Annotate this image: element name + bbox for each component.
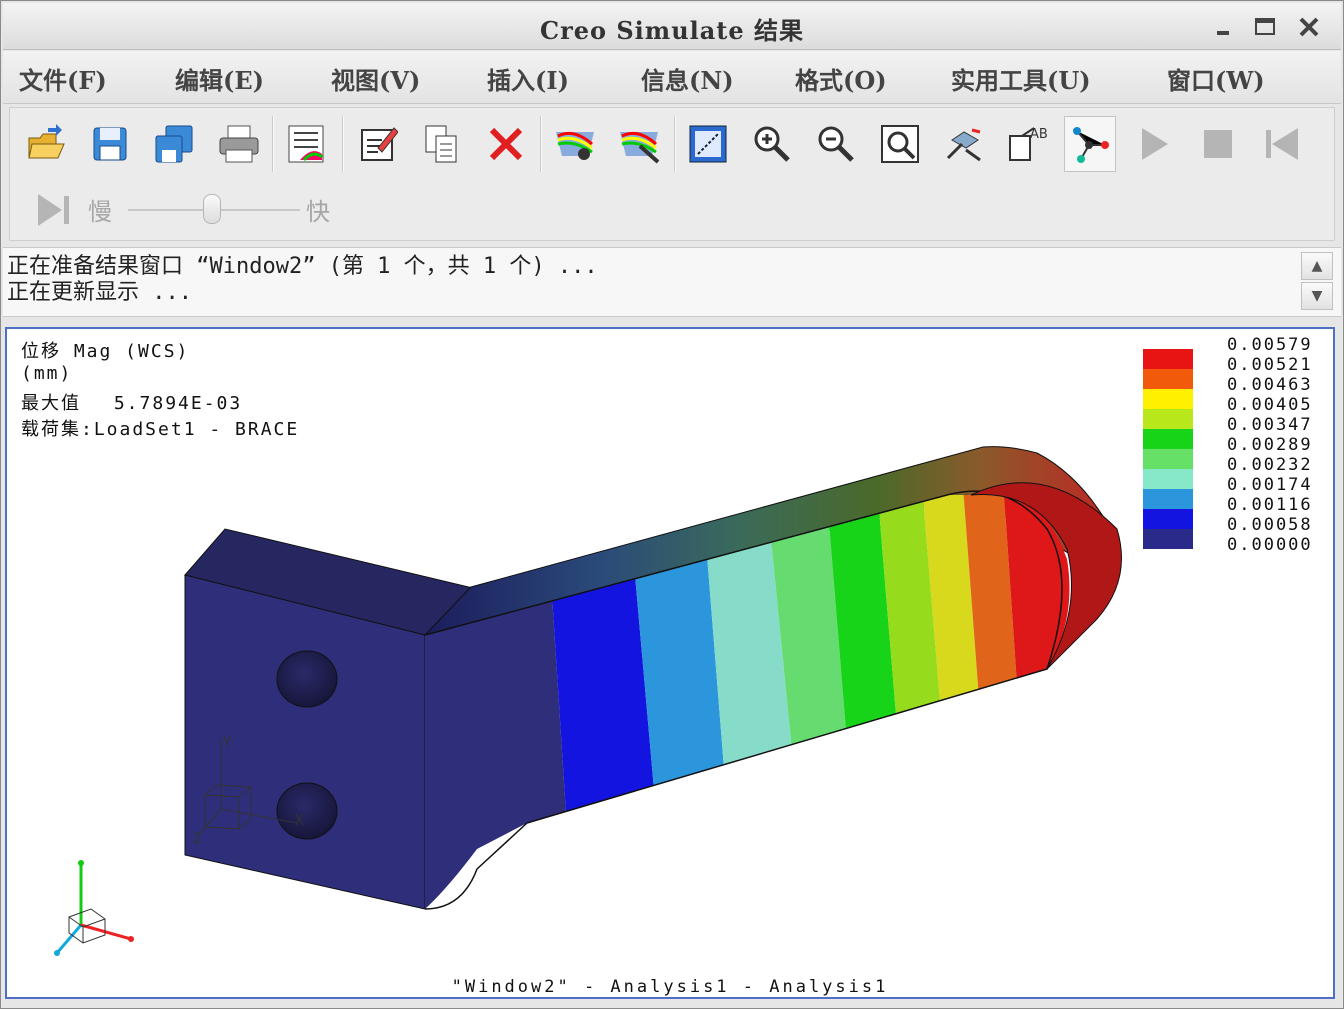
legend-swatch: [1143, 409, 1193, 429]
message-line-2: 正在更新显示 ...: [7, 280, 192, 305]
maximize-button[interactable]: [1251, 13, 1279, 41]
spin-icon: [946, 128, 981, 162]
displacement-fringe-model[interactable]: Y X Z: [7, 329, 1333, 997]
stop-button[interactable]: [1192, 116, 1244, 172]
last-frame-icon[interactable]: [32, 190, 76, 230]
toolbar: AB 慢 快: [9, 107, 1335, 241]
legend-value: 0.00232: [1227, 455, 1313, 475]
viewport-footer-label: "Window2" - Analysis1 - Analysis1: [451, 977, 889, 997]
legend-value: 0.00347: [1227, 415, 1313, 435]
save-copy-button[interactable]: [148, 116, 200, 172]
save-copy-icon: [155, 125, 193, 163]
open-icon: [28, 124, 65, 159]
zoom-in-button[interactable]: [746, 116, 798, 172]
legend-swatch: [1143, 489, 1193, 509]
copy-button[interactable]: [416, 116, 468, 172]
close-button[interactable]: [1295, 13, 1323, 41]
legend-swatch: [1143, 509, 1193, 529]
annotation-icon: AB: [1009, 127, 1048, 161]
title-bar[interactable]: Creo Simulate 结果: [3, 3, 1341, 50]
print-button[interactable]: [212, 116, 264, 172]
legend-swatch: [1143, 389, 1193, 409]
zoom-window-button[interactable]: [874, 116, 926, 172]
wcs-axis-z-label: Z: [193, 831, 201, 847]
menu-insert[interactable]: 插入(I): [487, 61, 569, 96]
legend-value: 0.00000: [1227, 535, 1313, 555]
legend-value: 0.00405: [1227, 395, 1313, 415]
first-frame-icon: [1266, 128, 1298, 160]
menu-bar: 文件(F) 编辑(E) 视图(V) 插入(I) 信息(N) 格式(O) 实用工具…: [3, 51, 1341, 104]
print-icon: [219, 125, 259, 163]
menu-window[interactable]: 窗口(W): [1167, 61, 1265, 96]
result-list-button[interactable]: [280, 116, 332, 172]
save-button[interactable]: [84, 116, 136, 172]
open-button[interactable]: [20, 116, 72, 172]
delete-icon: [489, 127, 523, 161]
legend-swatch: [1143, 429, 1193, 449]
window-title: Creo Simulate 结果: [539, 16, 805, 45]
zoom-out-button[interactable]: [810, 116, 862, 172]
zoom-window-icon: [881, 125, 919, 163]
legend-swatch: [1143, 469, 1193, 489]
menu-format[interactable]: 格式(O): [795, 61, 887, 96]
spin-button[interactable]: [938, 116, 990, 172]
legend-swatch: [1143, 369, 1193, 389]
legend-swatch: [1143, 449, 1193, 469]
legend-value: 0.00174: [1227, 475, 1313, 495]
hide-button[interactable]: [612, 116, 664, 172]
message-scroll-up-button[interactable]: ▲: [1301, 252, 1333, 280]
speed-slow-label: 慢: [88, 198, 112, 226]
zoom-out-icon: [818, 126, 854, 162]
legend-value: 0.00579: [1227, 335, 1313, 355]
edit-definition-icon: [361, 127, 398, 161]
menu-utilities[interactable]: 实用工具(U): [951, 61, 1091, 96]
save-icon: [93, 127, 127, 161]
play-button[interactable]: [1128, 116, 1180, 172]
query-node-icon: [1073, 127, 1109, 163]
orientation-triad-icon: [54, 860, 134, 956]
maximize-icon: [1255, 18, 1275, 35]
wcs-axis-y-label: Y: [223, 735, 232, 751]
delete-button[interactable]: [480, 116, 532, 172]
legend-value: 0.00463: [1227, 375, 1313, 395]
legend-swatch: [1143, 349, 1193, 369]
menu-edit[interactable]: 编辑(E): [175, 61, 264, 96]
copy-icon: [425, 125, 457, 163]
legend-value: 0.00116: [1227, 495, 1313, 515]
query-node-button[interactable]: [1064, 116, 1116, 172]
speed-slider-thumb[interactable]: [203, 194, 221, 224]
minimize-button[interactable]: [1209, 13, 1237, 41]
view-fit-icon: [689, 125, 727, 163]
message-area: 正在准备结果窗口 “Window2” (第 1 个，共 1 个) ... 正在更…: [3, 247, 1341, 317]
svg-text:AB: AB: [1030, 127, 1048, 142]
play-icon: [1142, 128, 1168, 160]
view-fit-button[interactable]: [682, 116, 734, 172]
speed-fast-label: 快: [306, 198, 330, 226]
annotation-button[interactable]: AB: [1002, 116, 1054, 172]
first-frame-button[interactable]: [1256, 116, 1308, 172]
legend-value: 0.00058: [1227, 515, 1313, 535]
hide-icon: [620, 131, 660, 164]
stop-icon: [1204, 130, 1232, 158]
menu-file[interactable]: 文件(F): [19, 61, 107, 96]
legend-value: 0.00289: [1227, 435, 1313, 455]
zoom-in-icon: [754, 126, 790, 162]
show-icon: [556, 131, 594, 160]
menu-info[interactable]: 信息(N): [641, 61, 734, 96]
message-line-1: 正在准备结果窗口 “Window2” (第 1 个，共 1 个) ...: [7, 254, 598, 279]
result-window: Creo Simulate 结果 文件(F) 编辑(E) 视图(V) 插入(I)…: [0, 0, 1344, 1009]
edit-definition-button[interactable]: [352, 116, 404, 172]
result-list-icon: [288, 125, 324, 163]
menu-view[interactable]: 视图(V): [331, 61, 420, 96]
wcs-axis-x-label: X: [295, 813, 304, 829]
show-button[interactable]: [548, 116, 600, 172]
legend-swatch: [1143, 529, 1193, 549]
message-scroll-down-button[interactable]: ▼: [1301, 282, 1333, 310]
result-viewport[interactable]: 位移 Mag (WCS) (mm) 最大值 5.7894E-03 载荷集:Loa…: [5, 327, 1335, 999]
legend-value: 0.00521: [1227, 355, 1313, 375]
minimize-icon: [1217, 31, 1229, 35]
close-icon: [1299, 17, 1319, 37]
